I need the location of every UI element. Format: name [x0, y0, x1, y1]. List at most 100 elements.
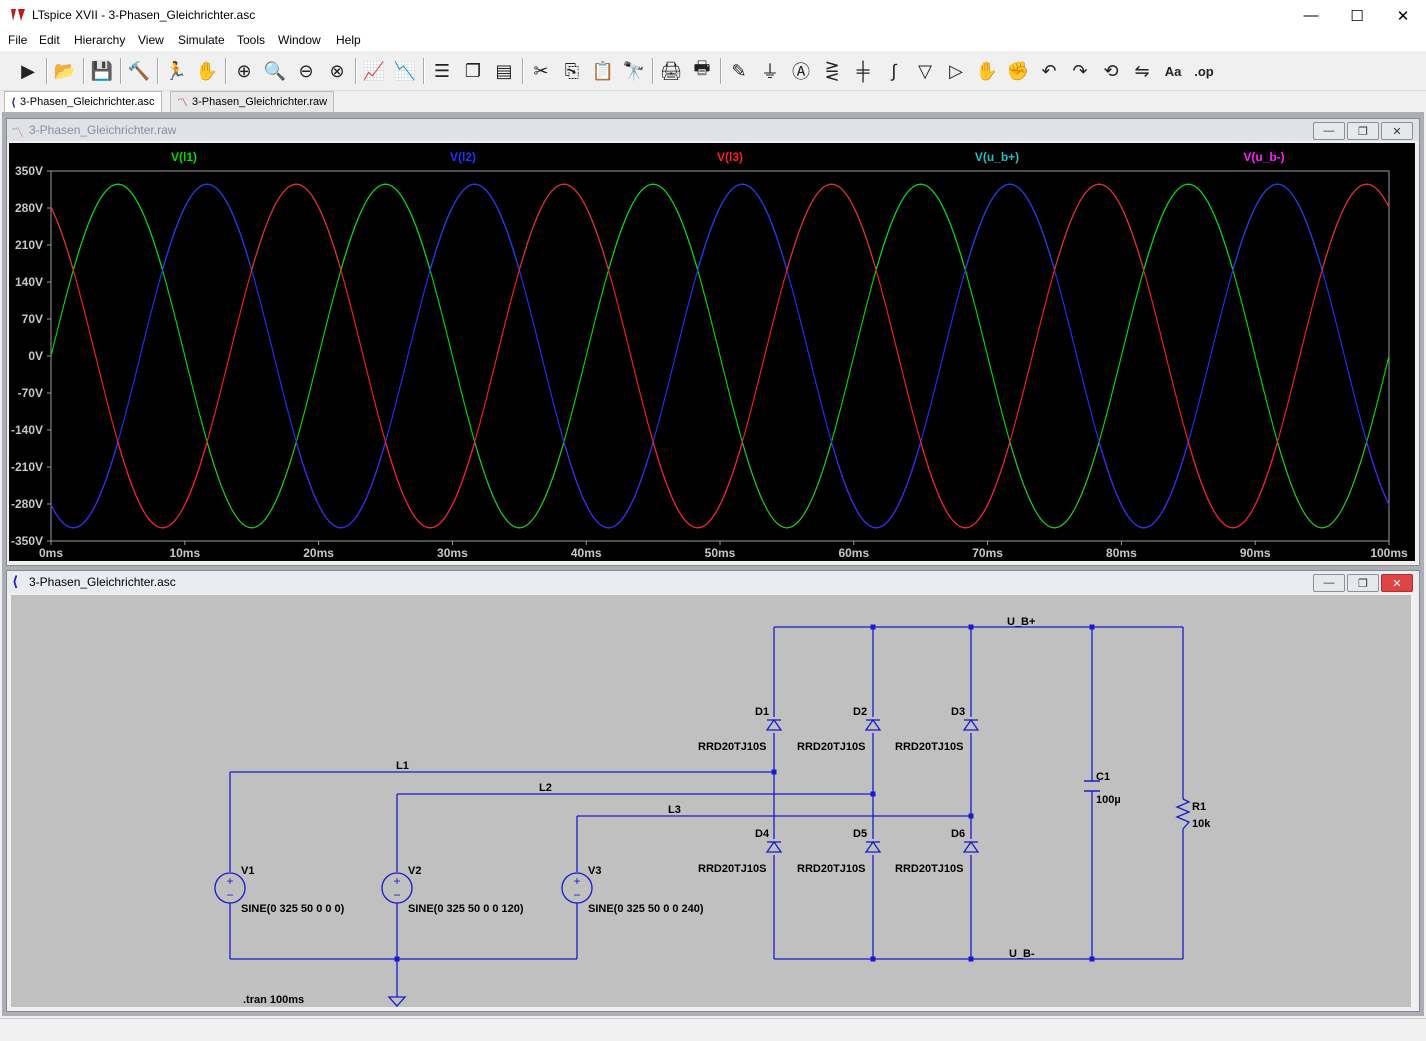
run-icon[interactable]: ▶: [14, 57, 42, 85]
net-label-l2: L2: [539, 782, 552, 794]
diode-model: RRD20TJ10S: [698, 741, 766, 753]
component-icon[interactable]: ▷: [942, 57, 970, 85]
x-tick-label: 30ms: [437, 546, 468, 560]
zoom-fit-icon[interactable]: 🔍: [261, 57, 289, 85]
print-setup-icon[interactable]: 🖶: [688, 57, 716, 85]
toolbar-separator: [46, 58, 48, 84]
menu-view[interactable]: View: [138, 33, 164, 47]
resistor-ref: R1: [1192, 801, 1206, 813]
title-bar: LTspice XVII - 3-Phasen_Gleichrichter.as…: [0, 0, 1426, 32]
menu-edit[interactable]: Edit: [39, 33, 60, 47]
tab-label: 3-Phasen_Gleichrichter.raw: [192, 96, 328, 108]
inductor-icon[interactable]: ∫: [880, 57, 908, 85]
restore-button[interactable]: ❐: [1347, 574, 1379, 592]
schematic-window: ⟨ 3-Phasen_Gleichrichter.asc — ❐ ✕ D1 RRD…: [6, 570, 1420, 1012]
capacitor-icon[interactable]: ╪: [849, 57, 877, 85]
find-icon[interactable]: 🔭: [620, 57, 648, 85]
minimize-button[interactable]: —: [1313, 574, 1345, 592]
schematic-canvas[interactable]: D1 RRD20TJ10S D2 RRD20TJ10S D3 RRD20TJ10S D4 RR…: [11, 595, 1411, 1007]
tab-waveform[interactable]: 〽 3-Phasen_Gleichrichter.raw: [170, 91, 335, 112]
y-tick-label: -210V: [11, 460, 43, 474]
junction: [968, 813, 974, 819]
plus-sign: +: [573, 874, 580, 888]
menu-window[interactable]: Window: [278, 33, 321, 47]
drag-icon[interactable]: ✊: [1004, 57, 1032, 85]
minimize-button[interactable]: —: [1313, 122, 1345, 140]
autorange-icon[interactable]: 📈: [360, 57, 388, 85]
status-bar: [0, 1018, 1426, 1041]
copy-icon[interactable]: ⎘: [558, 57, 586, 85]
legend-v-l3-[interactable]: V(l3): [717, 150, 743, 164]
save-icon[interactable]: 💾: [88, 57, 116, 85]
legend-v-l1-[interactable]: V(l1): [171, 150, 197, 164]
source-ref: V3: [588, 865, 601, 877]
close-button[interactable]: ✕: [1381, 122, 1413, 140]
maximize-button[interactable]: ☐: [1334, 0, 1380, 31]
document-tabs: ⟨ 3-Phasen_Gleichrichter.asc 〽 3-Phasen_…: [0, 90, 1426, 112]
source-ref: V1: [241, 865, 254, 877]
resistor-icon[interactable]: ⋛: [818, 57, 846, 85]
close-button[interactable]: ✕: [1380, 0, 1426, 31]
y-tick-label: 70V: [22, 312, 43, 326]
menu-file[interactable]: File: [8, 33, 27, 47]
rotate-icon[interactable]: ⟲: [1097, 57, 1125, 85]
diode-model: RRD20TJ10S: [797, 741, 865, 753]
diode-icon[interactable]: ▽: [911, 57, 939, 85]
mirror-icon[interactable]: ⇋: [1128, 57, 1156, 85]
legend-v-u-b-[interactable]: V(u_b-): [1243, 150, 1284, 164]
diode-ref: D2: [853, 706, 867, 718]
restore-button[interactable]: ❐: [1347, 122, 1379, 140]
wire-icon[interactable]: ✎: [725, 57, 753, 85]
paste-icon[interactable]: 📋: [589, 57, 617, 85]
redo-icon[interactable]: ↷: [1066, 57, 1094, 85]
menu-tools[interactable]: Tools: [237, 33, 265, 47]
junction: [870, 624, 876, 630]
tab-schematic[interactable]: ⟨ 3-Phasen_Gleichrichter.asc: [4, 91, 162, 112]
legend-v-l2-[interactable]: V(l2): [450, 150, 476, 164]
plot-settings-icon[interactable]: 📉: [391, 57, 419, 85]
control-panel-icon[interactable]: 🔨: [125, 57, 153, 85]
spice-directive-icon[interactable]: .op: [1190, 57, 1218, 85]
y-tick-label: 0V: [28, 349, 43, 363]
y-tick-label: -280V: [11, 497, 43, 511]
plot-background: [9, 143, 1415, 561]
menu-simulate[interactable]: Simulate: [178, 33, 225, 47]
cascade-icon[interactable]: ❐: [459, 57, 487, 85]
zoom-in-icon[interactable]: ⊕: [230, 57, 258, 85]
ground-icon[interactable]: ⏚: [756, 57, 784, 85]
menu-help[interactable]: Help: [336, 33, 361, 47]
label-icon[interactable]: Ⓐ: [787, 57, 815, 85]
zoom-cancel-icon[interactable]: ⊗: [323, 57, 351, 85]
schematic-window-titlebar[interactable]: ⟨ 3-Phasen_Gleichrichter.asc — ❐ ✕: [7, 571, 1419, 593]
waveform-window-titlebar[interactable]: 〽 3-Phasen_Gleichrichter.raw — ❐ ✕: [7, 119, 1419, 141]
net-label-ub-minus: U_B-: [1009, 948, 1035, 960]
text-icon[interactable]: Aa: [1159, 57, 1187, 85]
halt-icon[interactable]: 🏃: [162, 57, 190, 85]
source-ref: V2: [408, 865, 421, 877]
minus-sign: −: [573, 888, 580, 902]
schematic-window-title: 3-Phasen_Gleichrichter.asc: [29, 575, 176, 589]
x-tick-label: 100ms: [1370, 546, 1408, 560]
resistor-value: 10k: [1192, 818, 1211, 830]
waveform-plot[interactable]: 350V 280V 210V 140V 70V 0V -70V -140V -210V -280V…: [9, 143, 1415, 561]
net-label-l3: L3: [668, 804, 681, 816]
diode-d3: [962, 717, 980, 733]
tile-vertical-icon[interactable]: ▤: [490, 57, 518, 85]
minus-sign: −: [393, 888, 400, 902]
tile-horizontal-icon[interactable]: ☰: [428, 57, 456, 85]
close-button[interactable]: ✕: [1381, 574, 1413, 592]
open-icon[interactable]: 📂: [51, 57, 79, 85]
pan-icon[interactable]: ✋: [193, 57, 221, 85]
undo-icon[interactable]: ↶: [1035, 57, 1063, 85]
zoom-out-icon[interactable]: ⊖: [292, 57, 320, 85]
menu-hierarchy[interactable]: Hierarchy: [74, 33, 125, 47]
move-icon[interactable]: ✋: [973, 57, 1001, 85]
toolbar-separator: [720, 58, 722, 84]
waveform-icon: 〽: [177, 97, 188, 109]
legend-v-u-b-[interactable]: V(u_b+): [975, 150, 1019, 164]
minimize-button[interactable]: —: [1288, 0, 1334, 31]
junction: [1089, 624, 1095, 630]
cut-icon[interactable]: ✂: [527, 57, 555, 85]
print-icon[interactable]: 🖨: [657, 57, 685, 85]
source-v2: +−: [381, 872, 413, 904]
